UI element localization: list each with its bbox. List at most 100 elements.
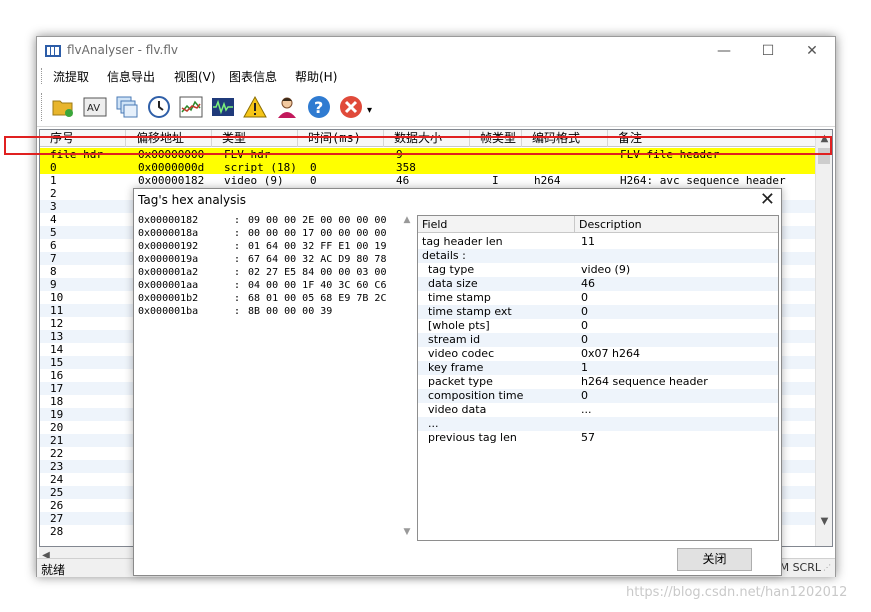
table-cell: 9 <box>396 148 403 161</box>
description-col-header[interactable]: Description <box>575 216 778 233</box>
field-description: 1 <box>581 361 588 374</box>
hex-dump[interactable]: 0x00000182:09 00 00 2E 00 00 00 00 0x0000… <box>138 215 413 545</box>
table-cell: 22 <box>50 447 64 460</box>
field-row[interactable]: key frame 1 <box>418 361 778 375</box>
col-codec[interactable]: 编码格式 <box>522 130 608 147</box>
open-folder-icon[interactable] <box>51 95 75 119</box>
list-vscroll[interactable]: ▲ ▼ <box>815 130 832 546</box>
chart-icon[interactable] <box>179 95 203 119</box>
field-name: time stamp ext <box>428 305 512 318</box>
table-cell: 9 <box>50 278 57 291</box>
field-row[interactable]: previous tag len 57 <box>418 431 778 445</box>
close-dialog-button[interactable]: 关闭 <box>677 548 752 571</box>
app-icon <box>45 44 61 58</box>
field-row[interactable]: tag type video (9) <box>418 263 778 277</box>
field-row[interactable]: [whole pts] 0 <box>418 319 778 333</box>
col-note[interactable]: 备注 <box>608 130 816 147</box>
waveform-icon[interactable] <box>211 95 235 119</box>
field-description: 0x07 h264 <box>581 347 640 360</box>
col-time[interactable]: 时间(ms) <box>298 130 384 147</box>
table-cell: 4 <box>50 213 57 226</box>
col-size[interactable]: 数据大小 <box>384 130 470 147</box>
hex-separator: : <box>234 241 241 252</box>
field-row[interactable]: composition time 0 <box>418 389 778 403</box>
hex-bytes: 04 00 00 1F 40 3C 60 C6 <box>248 280 387 291</box>
table-cell: h264 <box>534 174 561 187</box>
field-table[interactable]: Field Description tag header len 11 detail… <box>417 215 779 541</box>
title-bar: flvAnalyser - flv.flv — ☐ ✕ <box>37 37 835 65</box>
toolbar-dropdown-icon[interactable]: ▾ <box>367 105 372 116</box>
table-cell: 16 <box>50 369 64 382</box>
field-description: video (9) <box>581 263 631 276</box>
table-cell: video (9) <box>224 174 284 187</box>
hex-bytes: 09 00 00 2E 00 00 00 00 <box>248 215 387 226</box>
col-frame-type[interactable]: 帧类型 <box>470 130 522 147</box>
menu-stream-extract[interactable]: 流提取 <box>53 68 89 86</box>
menu-view[interactable]: 视图(V) <box>174 68 216 86</box>
field-name: video data <box>428 403 487 416</box>
hex-separator: : <box>234 306 241 317</box>
maximize-button[interactable]: ☐ <box>745 39 791 63</box>
field-row[interactable]: tag header len 11 <box>418 235 778 249</box>
hex-scroll-down-icon[interactable]: ▼ <box>400 527 414 537</box>
field-row[interactable]: stream id 0 <box>418 333 778 347</box>
table-cell: 1 <box>50 174 57 187</box>
hex-scrollbar[interactable]: ▲ ▼ <box>400 215 414 539</box>
hex-address: 0x000001a2 <box>138 267 199 278</box>
close-button[interactable]: ✕ <box>789 39 835 63</box>
scroll-lock-indicator: M SCRL <box>779 561 821 574</box>
minimize-button[interactable]: — <box>701 39 747 63</box>
scroll-up-icon[interactable]: ▲ <box>816 130 832 147</box>
hex-address: 0x00000192 <box>138 241 199 252</box>
hex-separator: : <box>234 280 241 291</box>
table-cell: 0x00000182 <box>138 174 205 187</box>
field-name: details : <box>422 249 466 262</box>
menu-help[interactable]: 帮助(H) <box>295 68 337 86</box>
field-col-header[interactable]: Field <box>418 216 575 233</box>
col-offset[interactable]: 偏移地址 <box>126 130 212 147</box>
field-row[interactable]: ... <box>418 417 778 431</box>
table-cell: 28 <box>50 525 64 538</box>
dialog-close-icon[interactable]: ✕ <box>760 189 775 211</box>
resize-grip-icon[interactable]: ⋰ <box>823 563 833 575</box>
user-icon[interactable] <box>275 95 299 119</box>
table-row[interactable]: 1 0x00000182 video (9) 0 46 Ih264 H264: avc se… <box>40 174 816 187</box>
field-row[interactable]: time stamp ext 0 <box>418 305 778 319</box>
table-cell: 0 <box>50 161 57 174</box>
table-cell: 27 <box>50 512 64 525</box>
field-name: tag header len <box>422 235 503 248</box>
col-index[interactable]: 序号 <box>40 130 126 147</box>
hex-address: 0x000001b2 <box>138 293 199 304</box>
scroll-thumb[interactable] <box>818 148 830 164</box>
stop-icon[interactable] <box>339 95 363 119</box>
table-row[interactable]: 0 0x0000000d script (18) 0 358 <box>40 161 816 174</box>
clock-icon[interactable] <box>147 95 171 119</box>
field-row[interactable]: video data... <box>418 403 778 417</box>
table-row[interactable]: file hdr 0x00000000 FLV hdr 9 FLV file heade… <box>40 148 816 161</box>
field-row[interactable]: data size 46 <box>418 277 778 291</box>
table-cell: 26 <box>50 499 64 512</box>
help-icon[interactable]: ? <box>307 95 331 119</box>
col-type[interactable]: 类型 <box>212 130 298 147</box>
field-row[interactable]: details : <box>418 249 778 263</box>
table-cell: 12 <box>50 317 64 330</box>
field-row[interactable]: video codec 0x07 h264 <box>418 347 778 361</box>
table-cell: 14 <box>50 343 64 356</box>
field-name: data size <box>428 277 478 290</box>
hex-scroll-up-icon[interactable]: ▲ <box>400 215 414 225</box>
hex-address: 0x0000018a <box>138 228 199 239</box>
field-row[interactable]: packet type h264 sequence header <box>418 375 778 389</box>
scroll-down-icon[interactable]: ▼ <box>816 513 832 530</box>
warning-icon[interactable] <box>243 95 267 119</box>
field-name: key frame <box>428 361 484 374</box>
table-cell: 0x00000000 <box>138 148 205 161</box>
table-cell: 18 <box>50 395 64 408</box>
hex-address: 0x0000019a <box>138 254 199 265</box>
field-name: ... <box>428 417 439 430</box>
menu-info-export[interactable]: 信息导出 <box>107 68 155 86</box>
menu-chart-info[interactable]: 图表信息 <box>229 68 277 86</box>
table-cell: 11 <box>50 304 64 317</box>
av-icon[interactable]: AV <box>83 95 107 119</box>
field-row[interactable]: time stamp 0 <box>418 291 778 305</box>
windows-icon[interactable] <box>115 95 139 119</box>
